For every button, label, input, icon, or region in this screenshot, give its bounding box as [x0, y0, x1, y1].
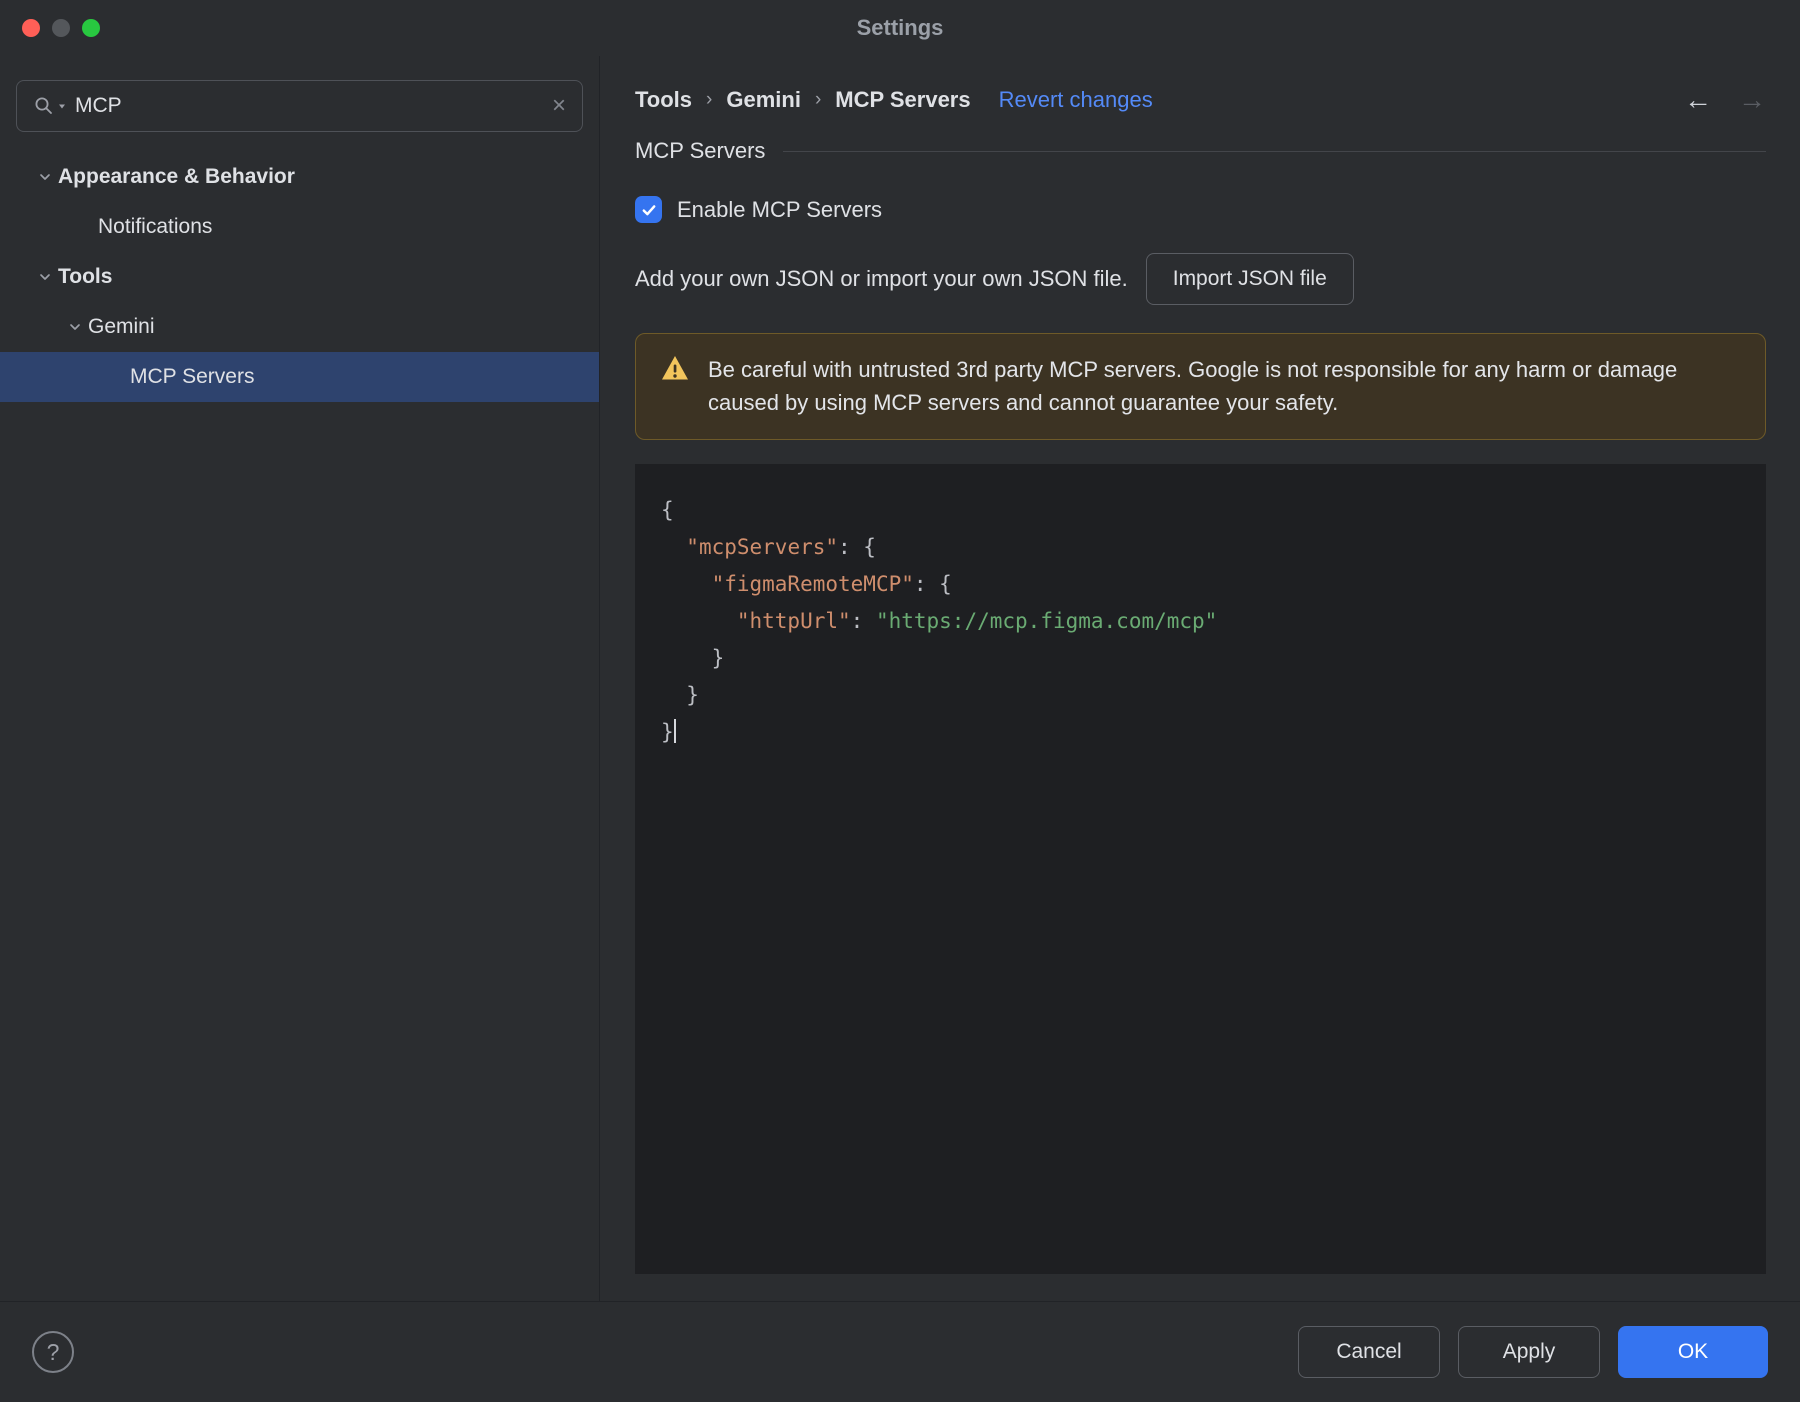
- chevron-down-icon[interactable]: [62, 319, 88, 335]
- dialog-footer: ? Cancel Apply OK: [0, 1301, 1800, 1402]
- section-divider: [783, 150, 1766, 152]
- breadcrumb-separator-icon: ›: [814, 89, 822, 110]
- enable-mcp-checkbox[interactable]: [635, 196, 662, 223]
- json-editor[interactable]: { "mcpServers": { "figmaRemoteMCP": { "h…: [635, 464, 1766, 1274]
- cancel-button[interactable]: Cancel: [1298, 1326, 1440, 1378]
- sidebar-item-label: Appearance & Behavior: [58, 165, 295, 188]
- section-header: MCP Servers: [635, 138, 1766, 164]
- enable-mcp-row: Enable MCP Servers: [635, 196, 1766, 223]
- settings-content: Tools › Gemini › MCP Servers Revert chan…: [601, 56, 1800, 1301]
- sidebar-item-label: MCP Servers: [130, 365, 255, 388]
- sidebar-item-label: Tools: [58, 265, 113, 288]
- code-line: }: [661, 646, 725, 671]
- checkmark-icon: [642, 204, 655, 215]
- enable-mcp-label[interactable]: Enable MCP Servers: [677, 197, 882, 223]
- sidebar-item-notifications[interactable]: Notifications: [0, 202, 599, 252]
- sidebar-item-gemini[interactable]: Gemini: [0, 302, 599, 352]
- settings-tree: Appearance & Behavior Notifications Tool…: [0, 152, 599, 402]
- search-options-chevron-icon: [59, 104, 65, 109]
- import-description: Add your own JSON or import your own JSO…: [635, 266, 1128, 291]
- breadcrumb-item-tools[interactable]: Tools: [635, 87, 692, 113]
- breadcrumb-separator-icon: ›: [706, 89, 713, 110]
- apply-button[interactable]: Apply: [1458, 1326, 1600, 1378]
- search-icon: [33, 95, 67, 117]
- forward-arrow-icon: →: [1738, 84, 1766, 115]
- close-window-button[interactable]: [22, 19, 40, 37]
- sidebar-item-appearance-behavior[interactable]: Appearance & Behavior: [0, 152, 599, 202]
- revert-changes-link[interactable]: Revert changes: [999, 87, 1153, 113]
- sidebar-item-label: Gemini: [88, 315, 155, 338]
- help-icon: ?: [46, 1338, 60, 1365]
- warning-icon: [660, 354, 690, 387]
- code-line: }: [661, 719, 676, 745]
- minimize-window-button[interactable]: [52, 19, 70, 37]
- title-bar: Settings: [0, 0, 1800, 56]
- footer-buttons: Cancel Apply OK: [1298, 1326, 1768, 1378]
- text-cursor: [673, 719, 676, 744]
- breadcrumb: Tools › Gemini › MCP Servers Revert chan…: [635, 78, 1766, 122]
- history-nav: ← →: [1684, 84, 1766, 116]
- code-line: }: [661, 683, 699, 708]
- sidebar-item-mcp-servers[interactable]: MCP Servers: [0, 352, 599, 402]
- code-line: {: [661, 498, 674, 523]
- breadcrumb-item-mcp-servers: MCP Servers: [835, 87, 971, 112]
- search-field[interactable]: ×: [16, 80, 583, 132]
- code-line: "httpUrl": "https://mcp.figma.com/mcp": [736, 609, 1218, 634]
- import-json-button[interactable]: Import JSON file: [1145, 253, 1354, 305]
- search-input[interactable]: [75, 94, 544, 118]
- settings-sidebar: × Appearance & Behavior Notifications To…: [0, 56, 600, 1301]
- chevron-down-icon[interactable]: [32, 269, 58, 285]
- traffic-lights: [22, 19, 100, 37]
- warning-text: Be careful with untrusted 3rd party MCP …: [708, 357, 1678, 415]
- code-line: "figmaRemoteMCP": {: [711, 572, 952, 597]
- chevron-down-icon[interactable]: [32, 169, 58, 185]
- help-button[interactable]: ?: [32, 1331, 74, 1373]
- import-row: Add your own JSON or import your own JSO…: [635, 253, 1766, 305]
- window-title: Settings: [856, 15, 944, 40]
- code-line: "mcpServers": {: [686, 535, 876, 560]
- ok-button[interactable]: OK: [1618, 1326, 1768, 1378]
- zoom-window-button[interactable]: [82, 19, 100, 37]
- clear-search-icon[interactable]: ×: [552, 94, 566, 118]
- back-arrow-icon[interactable]: ←: [1684, 84, 1712, 116]
- section-title: MCP Servers: [635, 138, 766, 163]
- warning-banner: Be careful with untrusted 3rd party MCP …: [635, 333, 1766, 441]
- breadcrumb-item-gemini[interactable]: Gemini: [726, 87, 801, 113]
- sidebar-item-label: Notifications: [98, 215, 213, 238]
- sidebar-item-tools[interactable]: Tools: [0, 252, 599, 302]
